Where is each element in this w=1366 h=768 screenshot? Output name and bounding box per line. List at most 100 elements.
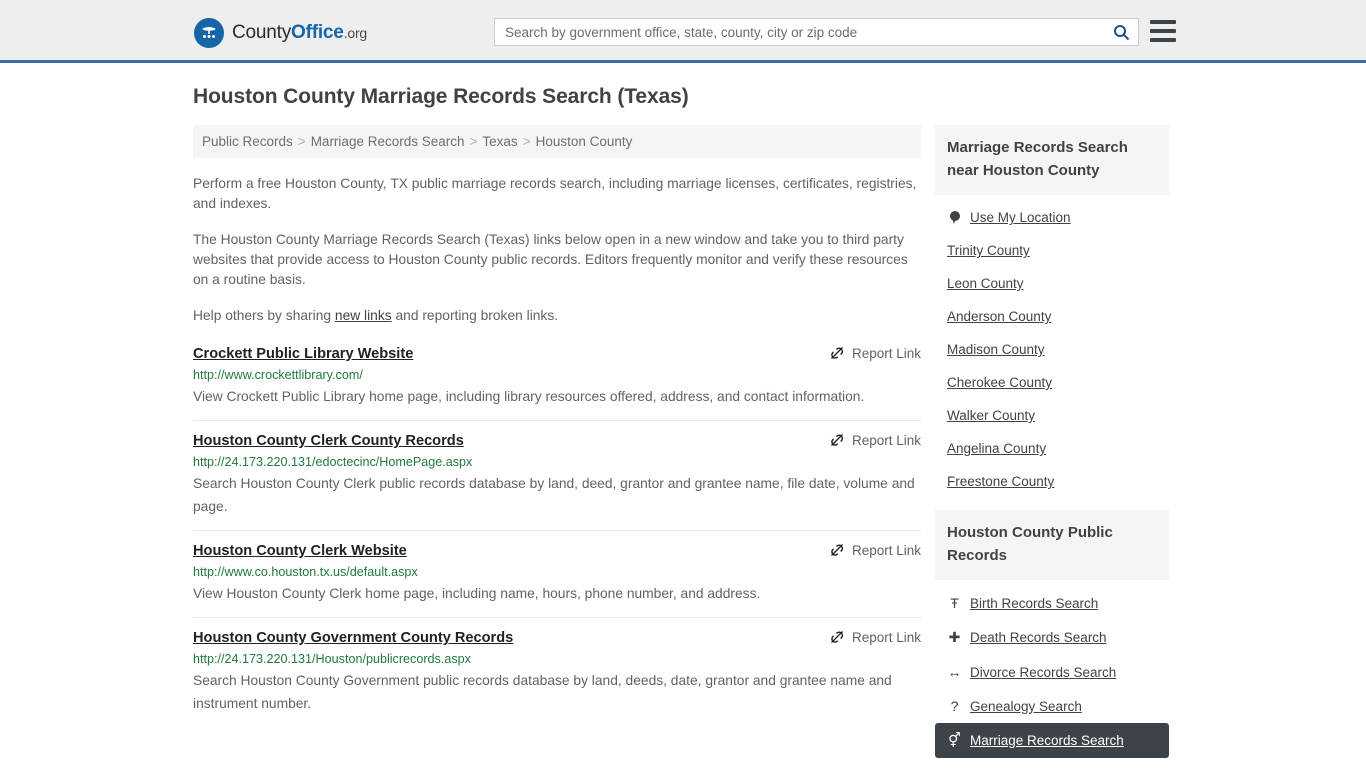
unlink-icon [830,347,844,359]
hamburger-bar [1150,38,1176,42]
report-link-button[interactable]: Report Link [829,344,921,361]
result-url[interactable]: http://www.co.houston.tx.us/default.aspx [193,563,921,581]
intro-paragraph-3: Help others by sharing new links and rep… [193,306,921,326]
report-link-button[interactable]: Report Link [829,541,921,558]
sidebar-record-item-label: Marriage Records Search [970,733,1124,748]
search-icon [1113,24,1129,40]
breadcrumb-item-2[interactable]: Marriage Records Search [311,134,465,149]
search-bar[interactable] [494,18,1139,46]
report-link-button[interactable]: Report Link [829,431,921,448]
result-header: Houston County Clerk Website Report Link [193,541,921,561]
breadcrumb-item-3[interactable]: Texas [482,134,517,149]
sidebar: Marriage Records Search near Houston Cou… [935,125,1169,768]
sidebar-nearby-item-4[interactable]: Anderson County [935,300,1169,333]
result-description: View Houston County Clerk home page, inc… [193,586,761,601]
result-url[interactable]: http://24.173.220.131/edoctecinc/HomePag… [193,453,921,471]
map-pin-icon [947,211,962,224]
page-body: Houston County Marriage Records Search (… [0,63,1366,768]
sidebar-nearby-item-1[interactable]: Use My Location [935,201,1169,234]
report-link-label: Report Link [851,432,921,448]
sidebar-nearby-item-8[interactable]: Angelina County [935,432,1169,465]
intro-text: Perform a free Houston County, TX public… [193,174,921,326]
sidebar-nearby-item-3[interactable]: Leon County [935,267,1169,300]
gender-symbols-icon: ⚥ [948,732,961,748]
result-description: View Crockett Public Library home page, … [193,389,865,404]
report-link-label: Report Link [851,629,921,645]
intro-paragraph-1: Perform a free Houston County, TX public… [193,176,917,211]
result-header: Houston County Government County Records… [193,628,921,648]
sidebar-record-item-4[interactable]: ? Genealogy Search [935,689,1169,723]
hamburger-bar [1150,20,1176,24]
search-button[interactable] [1104,19,1138,45]
results-list: Crockett Public Library Website Report Li… [193,342,921,727]
unlink-icon [830,631,844,643]
result-title-link[interactable]: Houston County Government County Records [193,628,513,648]
eagle-shield-icon [194,18,224,48]
report-link-label: Report Link [851,345,921,361]
hamburger-bar [1150,29,1176,33]
search-input[interactable] [495,19,1104,45]
breadcrumb: Public Records > Marriage Records Search > T… [193,125,921,158]
sidebar-nearby-item-6[interactable]: Cherokee County [935,366,1169,399]
sidebar-record-item-5[interactable]: ⚥ Marriage Records Search [935,723,1169,758]
result-header: Houston County Clerk County Records Repor… [193,431,921,451]
sidebar-record-item-label: Divorce Records Search [970,664,1117,680]
sidebar-public-records-heading: Houston County Public Records [935,510,1169,580]
sidebar-nearby-item-label: Freestone County [947,474,1055,489]
sidebar-nearby-list: Use My Location Trinity County Leon County… [935,195,1169,498]
result-description: Search Houston County Clerk public recor… [193,476,915,514]
left-right-arrow-icon: ↔ [947,664,962,680]
result-title-link[interactable]: Houston County Clerk County Records [193,431,464,451]
intro-p3-after: and reporting broken links. [391,308,559,323]
site-logo[interactable]: CountyOffice.org [194,18,367,48]
result-item: Houston County Government County Records… [193,617,921,727]
sidebar-nearby-item-label: Walker County [947,408,1036,423]
brand-part-office: Office [291,22,344,43]
brand-part-county: County [232,22,292,43]
sidebar-nearby-item-5[interactable]: Madison County [935,333,1169,366]
new-links-link[interactable]: new links [335,308,392,323]
sidebar-nearby-item-label: Anderson County [947,309,1052,324]
sidebar-record-item-label: Birth Records Search [970,595,1099,611]
brand-wordmark: CountyOffice.org [232,22,367,44]
sidebar-nearby-heading: Marriage Records Search near Houston Cou… [935,125,1169,195]
sidebar-nearby-item-2[interactable]: Trinity County [935,234,1169,267]
sidebar-nearby-item-label: Cherokee County [947,375,1053,390]
baby-icon: Ŧ [950,595,959,611]
main-content: Public Records > Marriage Records Search > T… [193,125,921,768]
sidebar-record-item-label: Death Records Search [970,630,1107,645]
report-link-button[interactable]: Report Link [829,628,921,645]
brand-part-org: .org [343,25,368,41]
sidebar-nearby-item-9[interactable]: Freestone County [935,465,1169,498]
sidebar-nearby-box: Marriage Records Search near Houston Cou… [935,125,1169,498]
result-item: Houston County Clerk County Records Repor… [193,420,921,530]
sidebar-record-item-label: Genealogy Search [970,698,1082,714]
breadcrumb-item-1[interactable]: Public Records [202,134,293,149]
site-header: CountyOffice.org [0,0,1366,63]
sidebar-record-item-2[interactable]: ✚ Death Records Search [935,620,1169,655]
unlink-icon [830,544,844,556]
result-item: Houston County Clerk Website Report Link h… [193,530,921,617]
hamburger-menu-icon[interactable] [1150,20,1176,42]
question-mark-icon: ? [950,698,959,714]
breadcrumb-separator: > [522,134,531,149]
sidebar-public-records-box: Houston County Public Records Ŧ Birth Rec… [935,510,1169,758]
sidebar-nearby-item-label: Madison County [947,342,1045,357]
sidebar-nearby-item-label: Angelina County [947,441,1047,456]
result-header: Crockett Public Library Website Report Li… [193,344,921,364]
result-url[interactable]: http://24.173.220.131/Houston/publicreco… [193,650,921,668]
cross-icon: ✚ [948,629,961,645]
sidebar-public-records-list: Ŧ Birth Records Search ✚ Death Records Sear… [935,580,1169,758]
sidebar-record-item-1[interactable]: Ŧ Birth Records Search [935,586,1169,620]
sidebar-record-item-3[interactable]: ↔ Divorce Records Search [935,655,1169,689]
page-title: Houston County Marriage Records Search (… [193,85,689,108]
breadcrumb-separator: > [297,134,306,149]
result-title-link[interactable]: Crockett Public Library Website [193,344,413,364]
sidebar-nearby-item-label: Trinity County [947,243,1030,258]
breadcrumb-separator: > [469,134,478,149]
result-title-link[interactable]: Houston County Clerk Website [193,541,407,561]
result-url[interactable]: http://www.crockettlibrary.com/ [193,366,921,384]
sidebar-nearby-item-7[interactable]: Walker County [935,399,1169,432]
breadcrumb-item-4: Houston County [535,134,633,149]
report-link-label: Report Link [851,542,921,558]
